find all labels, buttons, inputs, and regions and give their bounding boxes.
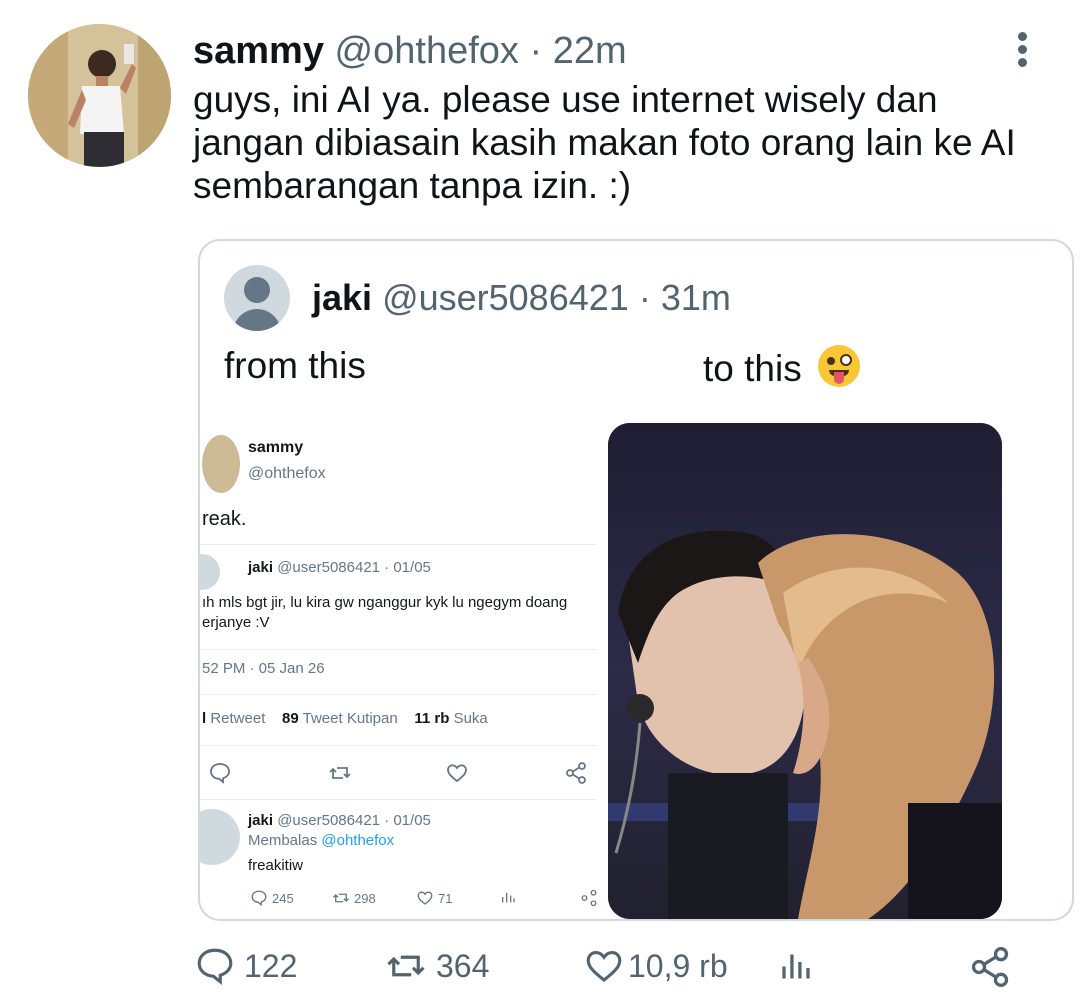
- analytics-icon: [782, 954, 810, 979]
- screenshot-avatar: [202, 435, 240, 493]
- screenshot-reply-text: ıh mls bgt jir, lu kira gw nganggur kyk …: [202, 594, 568, 631]
- quoted-author-handle[interactable]: @user5086421: [382, 277, 629, 318]
- screenshot-reply2-text: freakitiw: [248, 857, 304, 874]
- replying-prefix: Membalas: [248, 832, 318, 849]
- author-handle[interactable]: @ohthefox: [335, 30, 519, 72]
- screenshot-tweet-text: reak.: [202, 508, 247, 530]
- quoted-author-name[interactable]: jaki: [312, 277, 372, 318]
- screenshot-reply2-likes: 71: [416, 889, 452, 907]
- screenshot-author-name: sammy: [248, 439, 304, 456]
- divider: [200, 544, 596, 545]
- screenshot-stats: l Retweet 89 Tweet Kutipan 11 rb Suka: [202, 710, 488, 727]
- tweet-header: sammy @ohthefox · 22m: [193, 30, 627, 73]
- quoted-text-to: to this: [703, 345, 860, 390]
- divider: [200, 649, 596, 650]
- like-action[interactable]: 10,9 rb: [582, 945, 728, 987]
- quoted-text-from: from this: [224, 345, 366, 386]
- reply2-like-count: 71: [438, 890, 453, 906]
- screenshot-reply2-handle: @user5086421 · 01/05: [277, 812, 431, 829]
- embedded-screenshot[interactable]: sammy @ohthefox reak. jaki @user5086421 …: [200, 423, 598, 919]
- quoted-tweet-time[interactable]: 31m: [661, 277, 731, 318]
- screenshot-timestamp: 52 PM · 05 Jan 26: [202, 660, 325, 677]
- reply-count: 122: [244, 947, 298, 984]
- heart-icon: [586, 950, 622, 983]
- separator: ·: [529, 30, 543, 72]
- reply-icon: [210, 763, 230, 784]
- share-icon: [971, 947, 1009, 987]
- stat-like-label: Suka: [453, 710, 488, 727]
- screenshot-author-handle: @ohthefox: [248, 465, 326, 482]
- stat-quote-count: 89: [282, 710, 299, 727]
- screenshot-reply2-avatar: [200, 809, 240, 865]
- like-icon: [447, 764, 467, 783]
- reply2-reply-count: 245: [272, 890, 294, 906]
- share-action[interactable]: [968, 945, 1012, 989]
- profile-photo: [28, 24, 171, 167]
- separator: ·: [638, 277, 651, 318]
- screenshot-reply2-retweets: 298: [332, 889, 376, 907]
- retweet-count: 364: [436, 947, 490, 984]
- divider: [200, 745, 596, 746]
- ai-generated-photo[interactable]: [608, 423, 1002, 919]
- like-icon: [417, 891, 433, 905]
- share-icon: [581, 889, 597, 907]
- screenshot-reply2-views: [500, 889, 516, 905]
- tweet-text: guys, ini AI ya. please use internet wis…: [193, 79, 1016, 206]
- photo-image: [608, 423, 1002, 919]
- screenshot-reply-avatar: [200, 554, 220, 590]
- analytics-icon: [502, 893, 515, 903]
- reply2-retweet-count: 298: [354, 890, 376, 906]
- quoted-text-to-label: to this: [703, 348, 802, 389]
- retweet-icon: [387, 955, 425, 977]
- reply-icon: [197, 948, 233, 986]
- stat-retweet-count: l: [202, 710, 207, 727]
- views-action[interactable]: [778, 945, 814, 985]
- more-vertical-icon[interactable]: [1010, 32, 1034, 70]
- quoted-tweet-header: jaki @user5086421 · 31m: [312, 277, 731, 319]
- screenshot-reply2-share: [580, 889, 598, 907]
- retweet-icon: [333, 893, 349, 903]
- screenshot-reply-handle: @user5086421 · 01/05: [277, 559, 431, 576]
- divider: [200, 694, 596, 695]
- like-count: 10,9 rb: [628, 947, 728, 984]
- screenshot-reply-header: jaki @user5086421 · 01/05: [248, 559, 431, 576]
- retweet-action[interactable]: 364: [384, 945, 489, 987]
- divider: [200, 799, 596, 800]
- screenshot-reply2-header: jaki @user5086421 · 01/05: [248, 812, 431, 829]
- share-icon: [566, 762, 586, 784]
- stat-retweet-label: Retweet: [210, 710, 266, 727]
- author-avatar[interactable]: [28, 24, 171, 167]
- replying-mention: @ohthefox: [321, 832, 395, 849]
- default-avatar-icon[interactable]: [224, 265, 290, 331]
- reply-icon: [251, 890, 267, 907]
- quoted-tweet[interactable]: jaki @user5086421 · 31m from this to thi…: [198, 239, 1074, 921]
- screenshot-replying-to: Membalas @ohthefox: [248, 832, 394, 849]
- screenshot-reply2-replies: 245: [250, 889, 294, 907]
- author-name[interactable]: sammy: [193, 30, 324, 72]
- stat-like-count: 11 rb: [414, 710, 450, 727]
- screenshot-reply-name: jaki: [248, 559, 274, 576]
- retweet-icon: [329, 767, 351, 779]
- reply-action[interactable]: 122: [194, 945, 297, 987]
- winking-face-with-tongue-icon: [818, 345, 860, 387]
- tweet-time[interactable]: 22m: [553, 30, 627, 72]
- screenshot-reply2-name: jaki: [248, 812, 274, 829]
- stat-quote-label: Tweet Kutipan: [302, 710, 398, 727]
